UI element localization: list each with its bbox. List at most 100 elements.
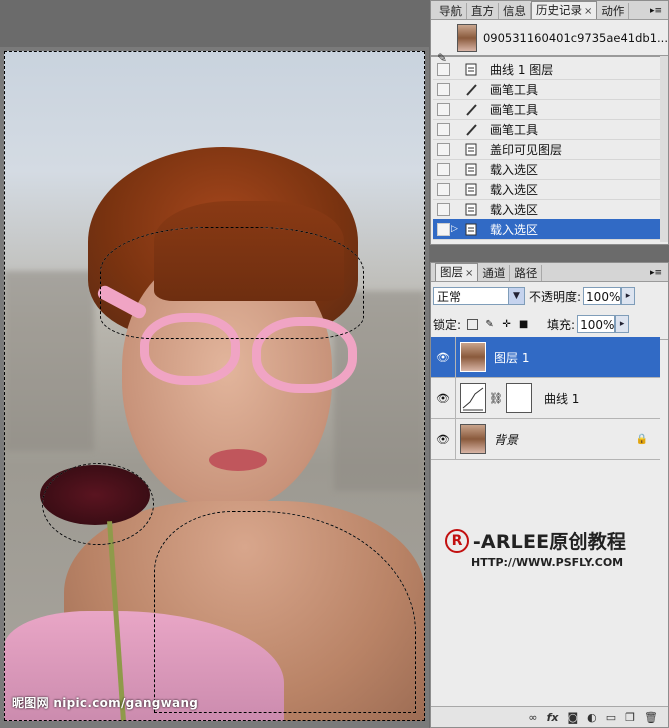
layer-icon	[464, 222, 478, 236]
curves-adjustment-icon	[460, 383, 486, 413]
selection-outline	[42, 463, 154, 545]
panel-menu-icon[interactable]: ▸≡	[650, 265, 662, 281]
close-icon[interactable]: ×	[584, 6, 592, 17]
layers-panel-tabbar: 图层 × 通道 路径 ▸≡	[431, 263, 668, 282]
history-source-checkbox[interactable]	[437, 142, 450, 156]
tab-paths[interactable]: 路径	[510, 265, 543, 281]
fill-slider-button[interactable]: ▸	[615, 315, 630, 333]
history-source-checkbox[interactable]	[437, 102, 450, 116]
history-item[interactable]: 画笔工具	[433, 99, 660, 120]
snapshot-name: 090531160401c9735ae41db1...	[482, 31, 668, 45]
history-item-label: 画笔工具	[490, 102, 539, 117]
tab-navigator[interactable]: 导航	[435, 3, 467, 19]
tab-histogram[interactable]: 直方	[467, 3, 499, 19]
history-item-label: 载入选区	[490, 162, 539, 177]
history-panel: 导航 直方 信息 历史记录 × 动作 ▸≡ ✎ 090531160401c9735…	[430, 0, 669, 245]
tab-info[interactable]: 信息	[499, 3, 531, 19]
layer-name: 曲线 1	[543, 391, 580, 406]
history-source-checkbox[interactable]	[437, 122, 450, 136]
tab-history[interactable]: 历史记录 ×	[531, 1, 598, 19]
lock-position-icon[interactable]: ✛	[501, 319, 512, 330]
eye-icon[interactable]: 👁	[435, 351, 451, 364]
layer-icon	[464, 142, 478, 156]
layer-icon	[464, 182, 478, 196]
close-icon[interactable]: ×	[465, 268, 473, 279]
opacity-label: 不透明度:	[529, 289, 582, 304]
history-item-label: 盖印可见图层	[490, 142, 563, 157]
lock-image-icon[interactable]: ✎	[484, 319, 495, 330]
lock-label: 锁定:	[433, 317, 462, 332]
history-item-label: 曲线 1 图层	[490, 62, 554, 77]
selection-outline	[100, 227, 364, 339]
history-item-label: 画笔工具	[490, 82, 539, 97]
chevron-down-icon: ▼	[508, 288, 524, 304]
layer-row-layer1[interactable]: 👁 图层 1	[431, 337, 660, 378]
history-item-label: 载入选区	[490, 222, 539, 237]
history-item-label: 载入选区	[490, 182, 539, 197]
image-credit-text: 昵图网 nipic.com/gangwang	[12, 696, 199, 710]
lock-icon: 🔒	[635, 433, 648, 445]
layer-icon	[464, 202, 478, 216]
panel-menu-icon[interactable]: ▸≡	[650, 3, 662, 19]
trash-icon[interactable]: 🗑	[644, 711, 658, 724]
lock-transparent-icon[interactable]	[467, 318, 479, 330]
blend-mode-select[interactable]: 正常 ▼	[433, 287, 525, 305]
lock-all-icon[interactable]: ■	[518, 319, 529, 330]
layer-name: 图层 1	[494, 350, 530, 365]
layer-thumbnail	[460, 424, 486, 454]
history-item[interactable]: 画笔工具	[433, 79, 660, 100]
tab-channels[interactable]: 通道	[478, 265, 511, 281]
snapshot-thumbnail	[457, 24, 477, 52]
history-item[interactable]: 载入选区	[433, 179, 660, 200]
history-source-checkbox[interactable]	[437, 62, 450, 76]
layer-row-curves1[interactable]: 👁 ⛓ 曲线 1	[431, 378, 660, 419]
opacity-slider-button[interactable]: ▸	[621, 287, 636, 305]
opacity-input[interactable]: 100%	[583, 287, 622, 305]
watermark-url: HTTP://WWW.PSFLY.COM	[471, 556, 624, 569]
eye-icon[interactable]: 👁	[435, 392, 451, 405]
history-source-checkbox[interactable]	[437, 162, 450, 176]
watermark: R -ARLEE原创教程 HTTP://WWW.PSFLY.COM	[445, 527, 626, 569]
history-item[interactable]: 载入选区	[433, 159, 660, 180]
tab-actions[interactable]: 动作	[597, 3, 630, 19]
history-source-checkbox[interactable]	[437, 182, 450, 196]
brush-icon	[464, 82, 478, 96]
history-source-checkbox[interactable]	[437, 82, 450, 96]
layers-bottom-toolbar: ∞ fx ◙ ◐ ▭ ❐ 🗑	[431, 706, 668, 727]
link-layers-icon[interactable]: ∞	[528, 711, 537, 724]
document-canvas[interactable]	[0, 47, 429, 728]
lock-fill-row: 锁定: ✎ ✛ ■ 填充: 100% ▸	[433, 315, 664, 333]
fill-label: 填充:	[547, 317, 576, 332]
layer-style-icon[interactable]: fx	[547, 711, 559, 724]
history-item-label: 载入选区	[490, 202, 539, 217]
tab-layers-label: 图层	[440, 265, 463, 279]
history-panel-tabbar: 导航 直方 信息 历史记录 × 动作 ▸≡	[431, 1, 668, 20]
link-icon[interactable]: ⛓	[489, 392, 503, 405]
history-state-pointer-icon: ▷	[451, 224, 458, 234]
history-source-checkbox[interactable]	[437, 202, 450, 216]
brush-icon	[464, 122, 478, 136]
brush-icon	[464, 102, 478, 116]
history-item-label: 画笔工具	[490, 122, 539, 137]
add-mask-icon[interactable]: ◙	[567, 711, 578, 724]
history-scrollbar[interactable]	[660, 56, 668, 242]
history-item[interactable]: 载入选区	[433, 199, 660, 220]
history-item[interactable]: 画笔工具	[433, 119, 660, 140]
new-group-icon[interactable]: ▭	[606, 711, 616, 724]
blend-opacity-row: 正常 ▼ 不透明度: 100% ▸	[433, 287, 664, 305]
fill-input[interactable]: 100%	[577, 315, 616, 333]
layer-row-background[interactable]: 👁 背景 🔒	[431, 419, 660, 460]
photo-image[interactable]	[4, 51, 425, 721]
tab-layers[interactable]: 图层 ×	[435, 263, 479, 281]
blend-mode-value: 正常	[437, 290, 462, 304]
history-item-current[interactable]: ▷ 载入选区	[433, 219, 660, 240]
eye-icon[interactable]: 👁	[435, 433, 451, 446]
history-item[interactable]: 盖印可见图层	[433, 139, 660, 160]
new-layer-icon[interactable]: ❐	[625, 711, 635, 724]
adjustment-layer-icon[interactable]: ◐	[587, 711, 597, 724]
layer-mask-thumbnail[interactable]	[505, 383, 532, 413]
history-snapshot[interactable]: ✎ 090531160401c9735ae41db1...	[431, 21, 668, 65]
layers-panel: 图层 × 通道 路径 ▸≡ 正常 ▼ 不透明度: 100% ▸ 锁定: ✎ ✛ ■…	[430, 262, 669, 728]
history-source-checkbox[interactable]	[437, 222, 450, 236]
history-item[interactable]: 曲线 1 图层	[433, 59, 660, 80]
